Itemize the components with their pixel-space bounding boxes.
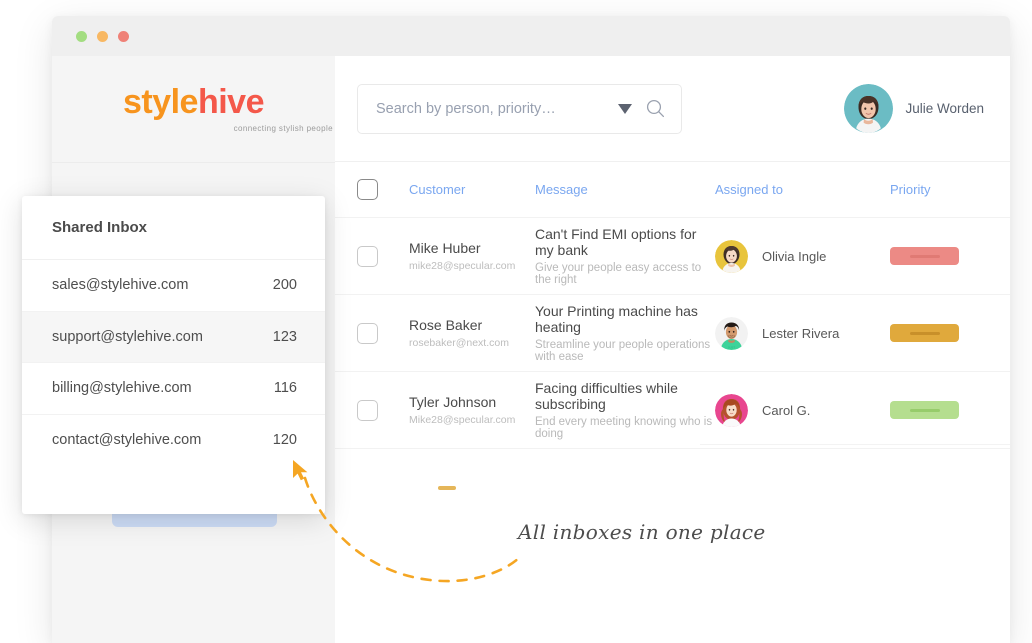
assignee-name: Carol G.: [762, 402, 811, 418]
row-select-cell: [357, 245, 409, 267]
assignee-avatar: JUST: [715, 316, 748, 350]
page-root: stylehive connecting stylish people Sear…: [0, 0, 1032, 643]
search-icon[interactable]: [646, 99, 665, 118]
inbox-count: 120: [272, 432, 297, 449]
status-badge-bar: [909, 254, 940, 258]
message-title: Can't Find EMI options for my bank: [535, 226, 697, 258]
message-title: Your Printing machine has heating: [535, 303, 698, 335]
header-assigned-to-label: Assigned to: [715, 181, 783, 197]
row-checkbox[interactable]: [357, 322, 378, 344]
logo-text-hive: hive: [197, 83, 265, 121]
window-close-dot[interactable]: [76, 30, 87, 42]
logo-text-style: style: [122, 83, 199, 121]
inbox-count: 123: [272, 328, 297, 345]
priority-cell[interactable]: [890, 247, 1010, 265]
partial-status-badge: [438, 486, 456, 490]
search-input[interactable]: [374, 99, 618, 118]
avatar: [844, 84, 894, 133]
annotation-caption: All inboxes in one place: [518, 520, 766, 544]
shared-inbox-panel: Shared Inbox sales@stylehive.com 200 sup…: [22, 196, 325, 514]
customer-email: rosebaker@next.com: [409, 337, 509, 349]
shared-inbox-title: Shared Inbox: [22, 196, 325, 260]
table-bottom-divider: [700, 444, 1010, 445]
status-badge-bar: [909, 331, 940, 335]
inbox-count: 116: [273, 380, 297, 397]
window-minimize-dot[interactable]: [97, 30, 108, 42]
message-subtitle: End every meeting knowing who is doing: [535, 416, 713, 440]
row-checkbox[interactable]: [357, 399, 378, 421]
svg-text:JUST: JUST: [728, 345, 736, 349]
assignee-avatar: [715, 393, 748, 427]
table-row[interactable]: Rose Baker rosebaker@next.com Your Print…: [335, 295, 1010, 372]
window-titlebar: [52, 16, 1010, 56]
customer-cell: Tyler Johnson Mike28@specular.com: [409, 394, 535, 426]
brand-logo[interactable]: stylehive connecting stylish people: [52, 56, 335, 163]
inbox-address: contact@stylehive.com: [52, 432, 202, 449]
assignee-avatar: [715, 239, 748, 273]
customer-cell: Mike Huber mike28@specular.com: [409, 240, 535, 272]
inbox-list-item[interactable]: support@stylehive.com 123: [22, 311, 325, 363]
assignee-cell[interactable]: JUST Lester Rivera: [715, 316, 890, 350]
inbox-count: 200: [272, 277, 297, 294]
header-assigned-to[interactable]: Assigned to: [715, 181, 890, 199]
customer-email: mike28@specular.com: [409, 260, 516, 272]
inbox-list-item[interactable]: billing@stylehive.com 116: [22, 363, 325, 415]
chevron-down-icon[interactable]: [618, 103, 632, 114]
inbox-list-item[interactable]: sales@stylehive.com 200: [22, 260, 325, 312]
window-maximize-dot[interactable]: [118, 30, 129, 42]
message-cell: Can't Find EMI options for my bank Give …: [535, 226, 715, 286]
inbox-list-item[interactable]: contact@stylehive.com 120: [22, 415, 325, 467]
assignee-name: Olivia Ingle: [762, 248, 827, 264]
status-badge[interactable]: [890, 324, 959, 342]
window-controls: [76, 30, 129, 42]
logo-tagline: connecting stylish people: [233, 124, 333, 133]
status-badge[interactable]: [890, 401, 959, 419]
table-row[interactable]: Tyler Johnson Mike28@specular.com Facing…: [335, 372, 1010, 449]
customer-name: Tyler Johnson: [409, 394, 497, 410]
header-customer[interactable]: Customer: [409, 181, 535, 199]
inbox-table: Customer Message Assigned to Priority Mi…: [335, 162, 1010, 449]
message-cell: Facing difficulties while subscribing En…: [535, 380, 715, 440]
table-header-row: Customer Message Assigned to Priority: [335, 162, 1010, 218]
select-all-cell: [357, 179, 409, 200]
message-subtitle: Give your people easy access to the righ…: [535, 262, 702, 286]
header-priority[interactable]: Priority: [890, 181, 1010, 199]
top-bar: Julie Worden: [335, 56, 1010, 162]
message-subtitle: Streamline your people operations with e…: [535, 339, 711, 363]
header-message-label: Message: [535, 181, 588, 197]
header-message[interactable]: Message: [535, 181, 715, 199]
main-content: Julie Worden Customer Message: [335, 56, 1010, 643]
assignee-cell[interactable]: Olivia Ingle: [715, 239, 890, 273]
assignee-cell[interactable]: Carol G.: [715, 393, 890, 427]
customer-name: Mike Huber: [409, 240, 481, 256]
header-priority-label: Priority: [890, 181, 931, 197]
inbox-address: billing@stylehive.com: [52, 380, 192, 397]
customer-name: Rose Baker: [409, 317, 483, 333]
row-select-cell: [357, 322, 409, 344]
user-name: Julie Worden: [905, 101, 984, 116]
priority-cell[interactable]: [890, 324, 1010, 342]
row-checkbox[interactable]: [357, 245, 378, 267]
table-row[interactable]: Mike Huber mike28@specular.com Can't Fin…: [335, 218, 1010, 295]
search-box[interactable]: [357, 83, 682, 134]
message-cell: Your Printing machine has heating Stream…: [535, 303, 715, 363]
inbox-address: sales@stylehive.com: [52, 277, 189, 294]
customer-cell: Rose Baker rosebaker@next.com: [409, 317, 535, 349]
select-all-checkbox[interactable]: [357, 179, 378, 200]
logo-wordmark: stylehive: [122, 83, 265, 121]
inbox-address: support@stylehive.com: [52, 328, 203, 345]
header-customer-label: Customer: [409, 181, 466, 197]
assignee-name: Lester Rivera: [762, 325, 840, 341]
row-select-cell: [357, 399, 409, 421]
user-profile[interactable]: Julie Worden: [844, 84, 984, 133]
customer-email: Mike28@specular.com: [409, 414, 516, 426]
message-title: Facing difficulties while subscribing: [535, 380, 678, 412]
status-badge[interactable]: [890, 247, 959, 265]
status-badge-bar: [909, 408, 940, 412]
priority-cell[interactable]: [890, 401, 1010, 419]
